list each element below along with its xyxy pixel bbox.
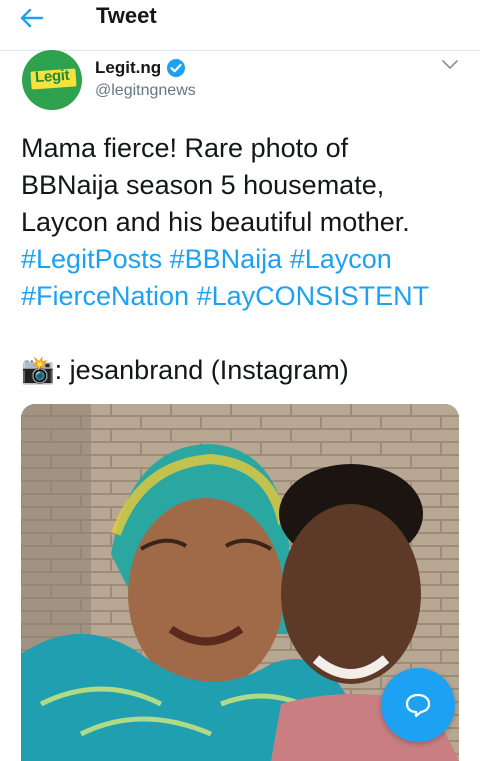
hashtag-row-1: #LegitPosts #BBNaija #Laycon: [21, 241, 471, 278]
author-name: Legit.ng: [95, 58, 162, 77]
author-handle[interactable]: @legitngnews: [95, 82, 196, 100]
hashtag-link[interactable]: #FierceNation: [21, 281, 189, 311]
reply-fab-button[interactable]: [381, 668, 455, 742]
logo-text: Legit: [34, 66, 70, 87]
avatar[interactable]: Legit: [22, 50, 82, 110]
chevron-down-icon: [442, 60, 458, 69]
credit-text: : jesanbrand (Instagram): [54, 355, 349, 385]
arrow-left-icon: [20, 8, 44, 28]
verified-badge-icon: [167, 59, 186, 77]
camera-flash-icon: 📸: [21, 355, 55, 385]
tweet-line-1: Mama fierce! Rare photo of: [21, 133, 349, 163]
tweet-menu-button[interactable]: [440, 56, 460, 72]
hashtag-link[interactable]: #Laycon: [290, 244, 392, 274]
hashtag-link[interactable]: #LayCONSISTENT: [197, 281, 430, 311]
tweet-line-2: BBNaija season 5 housemate,: [21, 170, 385, 200]
hashtag-row-2: #FierceNation #LayCONSISTENT: [21, 278, 471, 315]
back-button[interactable]: [20, 6, 60, 30]
author-name-row[interactable]: Legit.ng: [95, 58, 186, 78]
tweet-line-3: Laycon and his beautiful mother.: [21, 207, 410, 237]
reply-bubble-icon: [405, 693, 431, 718]
tweet-text: Mama fierce! Rare photo of BBNaija seaso…: [21, 130, 471, 389]
page-title: Tweet: [96, 3, 157, 28]
top-bar: Tweet: [0, 0, 480, 51]
photo-credit: 📸: jesanbrand (Instagram): [21, 352, 471, 389]
hashtag-link[interactable]: #LegitPosts: [21, 244, 162, 274]
hashtag-link[interactable]: #BBNaija: [170, 244, 283, 274]
